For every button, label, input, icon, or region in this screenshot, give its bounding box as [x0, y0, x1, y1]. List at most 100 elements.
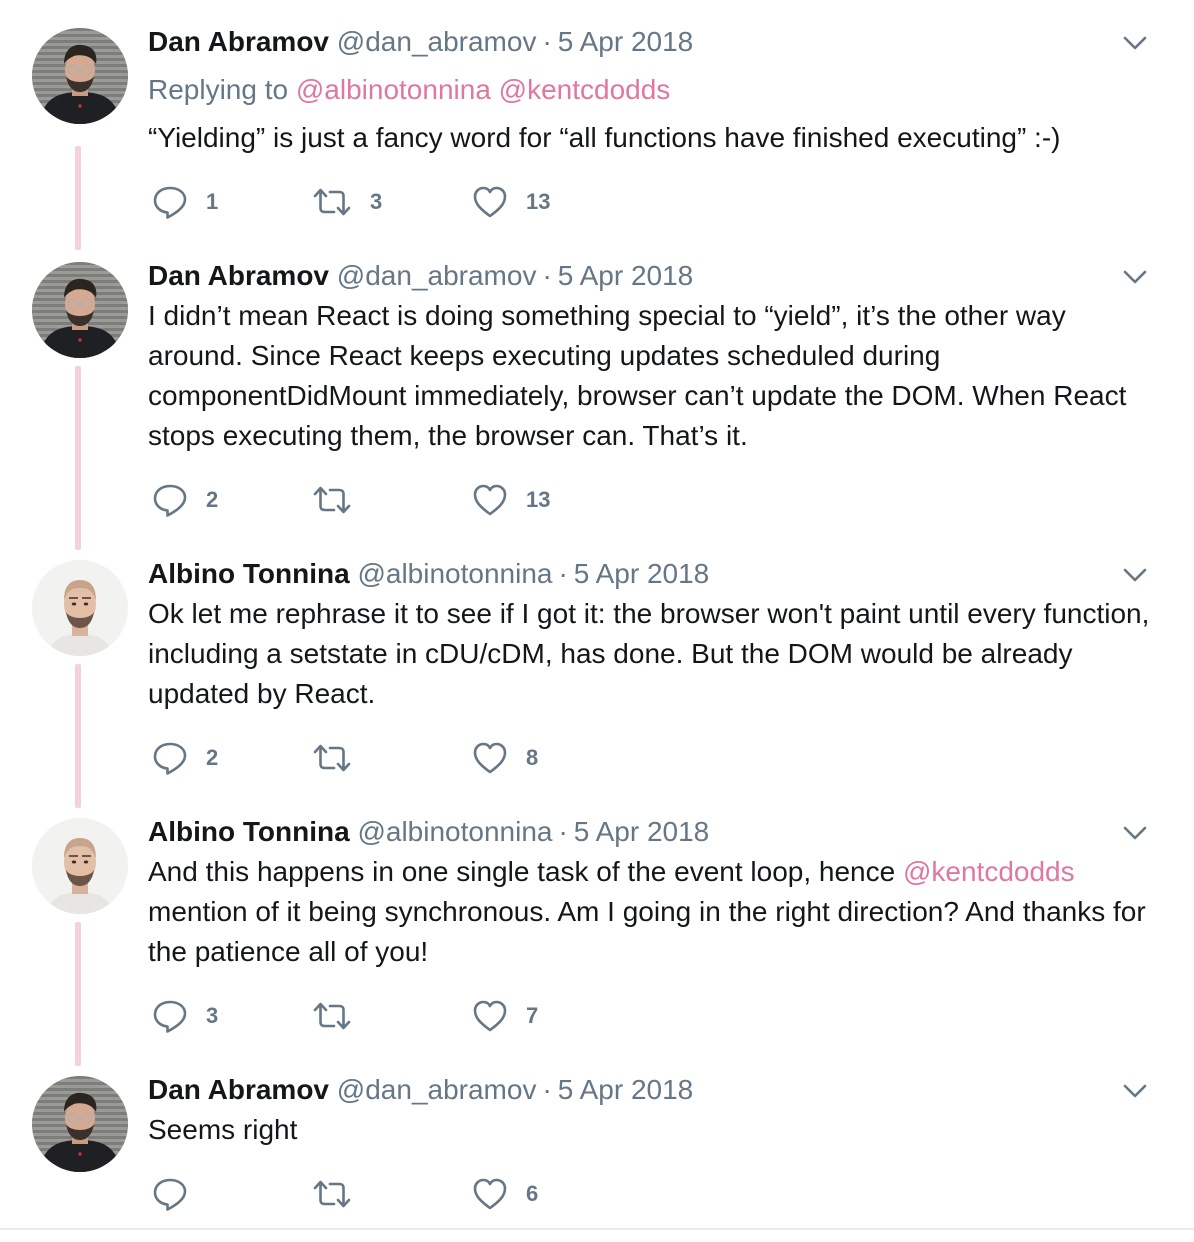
tweet[interactable]: Albino Tonnina @albinotonnina · 5 Apr 2018…: [0, 808, 1194, 1066]
tweet-date[interactable]: 5 Apr 2018: [558, 26, 693, 57]
reply-icon: [152, 740, 188, 776]
chevron-down-icon[interactable]: [1120, 818, 1150, 848]
author-handle[interactable]: @dan_abramov: [337, 1074, 537, 1105]
tweet-text: Ok let me rephrase it to see if I got it…: [148, 598, 1150, 709]
tweet-text: I didn’t mean React is doing something s…: [148, 300, 1127, 451]
separator: ·: [542, 26, 552, 57]
tweet-header: Dan Abramov @dan_abramov · 5 Apr 2018: [148, 256, 693, 296]
chevron-down-icon[interactable]: [1120, 560, 1150, 590]
avatar[interactable]: [32, 818, 128, 914]
author-handle[interactable]: @albinotonnina: [357, 558, 552, 589]
retweet-button[interactable]: 3: [312, 182, 382, 222]
like-button[interactable]: 13: [472, 480, 550, 520]
dan-abramov-avatar: [32, 1076, 128, 1172]
heart-icon: [472, 483, 508, 517]
tweet-header: Albino Tonnina @albinotonnina · 5 Apr 2018: [148, 554, 709, 594]
reply-button[interactable]: 2: [152, 738, 218, 778]
tweet-date[interactable]: 5 Apr 2018: [574, 816, 709, 847]
tweet-date[interactable]: 5 Apr 2018: [558, 260, 693, 291]
reply-count: 2: [206, 487, 219, 512]
tweet[interactable]: Dan Abramov @dan_abramov · 5 Apr 2018 I di…: [0, 250, 1194, 550]
retweet-button[interactable]: [312, 738, 370, 778]
author-handle[interactable]: @dan_abramov: [337, 260, 537, 291]
tweet-actions: 2 13: [148, 480, 648, 520]
avatar[interactable]: [32, 262, 128, 358]
thread-line: [75, 922, 81, 1066]
retweet-button[interactable]: [312, 1174, 370, 1214]
reply-button[interactable]: 3: [152, 996, 218, 1036]
reply-icon: [152, 1176, 188, 1212]
like-count: 8: [526, 745, 539, 770]
reply-icon: [152, 184, 188, 220]
tweet-actions: 1 3 13: [148, 182, 648, 222]
tweet-date[interactable]: 5 Apr 2018: [558, 1074, 693, 1105]
dan-abramov-avatar: [32, 28, 128, 124]
avatar[interactable]: [32, 560, 128, 656]
thread-line: [75, 664, 81, 808]
reply-count: 1: [206, 189, 219, 214]
like-button[interactable]: 13: [472, 182, 550, 222]
retweet-count: 3: [370, 189, 383, 214]
retweet-icon: [312, 742, 352, 774]
like-button[interactable]: 8: [472, 738, 538, 778]
author-name[interactable]: Dan Abramov: [148, 26, 329, 57]
divider: [0, 1228, 1194, 1230]
avatar[interactable]: [32, 28, 128, 124]
tweet-actions: 6: [148, 1174, 648, 1214]
tweet-text-part: mention of it being synchronous. Am I go…: [148, 896, 1146, 967]
albino-tonnina-avatar: [32, 818, 128, 914]
tweet-text-part: And this happens in one single task of t…: [148, 856, 903, 887]
heart-icon: [472, 741, 508, 775]
retweet-icon: [312, 1000, 352, 1032]
tweet-header: Dan Abramov @dan_abramov · 5 Apr 2018: [148, 1070, 693, 1110]
reply-count: 3: [206, 1003, 219, 1028]
avatar[interactable]: [32, 1076, 128, 1172]
thread-line: [75, 146, 81, 250]
separator: ·: [542, 260, 552, 291]
tweet-date[interactable]: 5 Apr 2018: [574, 558, 709, 589]
chevron-down-icon[interactable]: [1120, 28, 1150, 58]
heart-icon: [472, 999, 508, 1033]
like-count: 6: [526, 1181, 539, 1206]
mention-link[interactable]: @kentcdodds: [499, 74, 671, 105]
like-button[interactable]: 7: [472, 996, 538, 1036]
retweet-button[interactable]: [312, 996, 370, 1036]
reply-button[interactable]: [152, 1174, 206, 1214]
like-count: 13: [526, 189, 551, 214]
author-name[interactable]: Albino Tonnina: [148, 558, 350, 589]
reply-count: 2: [206, 745, 219, 770]
chevron-down-icon[interactable]: [1120, 1076, 1150, 1106]
tweet[interactable]: Dan Abramov @dan_abramov · 5 Apr 2018 Seem…: [0, 1066, 1194, 1228]
thread-line: [75, 366, 81, 550]
tweet-actions: 2 8: [148, 738, 648, 778]
retweet-icon: [312, 484, 352, 516]
like-count: 7: [526, 1003, 539, 1028]
reply-button[interactable]: 1: [152, 182, 218, 222]
author-name[interactable]: Dan Abramov: [148, 1074, 329, 1105]
retweet-icon: [312, 186, 352, 218]
dan-abramov-avatar: [32, 262, 128, 358]
tweet[interactable]: Albino Tonnina @albinotonnina · 5 Apr 2018…: [0, 550, 1194, 808]
chevron-down-icon[interactable]: [1120, 262, 1150, 292]
tweet-text: And this happens in one single task of t…: [148, 852, 1158, 972]
author-handle[interactable]: @dan_abramov: [337, 26, 537, 57]
separator: ·: [542, 1074, 552, 1105]
like-button[interactable]: 6: [472, 1174, 538, 1214]
separator: ·: [558, 558, 568, 589]
retweet-button[interactable]: [312, 480, 370, 520]
author-name[interactable]: Dan Abramov: [148, 260, 329, 291]
tweet[interactable]: Dan Abramov @dan_abramov · 5 Apr 2018 Repl…: [0, 0, 1194, 250]
retweet-icon: [312, 1178, 352, 1210]
replying-to: Replying to @albinotonnina @kentcdodds: [148, 70, 670, 110]
reply-icon: [152, 998, 188, 1034]
heart-icon: [472, 185, 508, 219]
separator: ·: [558, 816, 568, 847]
tweet-header: Dan Abramov @dan_abramov · 5 Apr 2018: [148, 22, 693, 62]
author-name[interactable]: Albino Tonnina: [148, 816, 350, 847]
reply-icon: [152, 482, 188, 518]
conversation-thread: Dan Abramov @dan_abramov · 5 Apr 2018 Repl…: [0, 0, 1194, 1242]
mention-link[interactable]: @albinotonnina: [296, 74, 491, 105]
author-handle[interactable]: @albinotonnina: [357, 816, 552, 847]
reply-button[interactable]: 2: [152, 480, 218, 520]
mention-link[interactable]: @kentcdodds: [903, 856, 1075, 887]
